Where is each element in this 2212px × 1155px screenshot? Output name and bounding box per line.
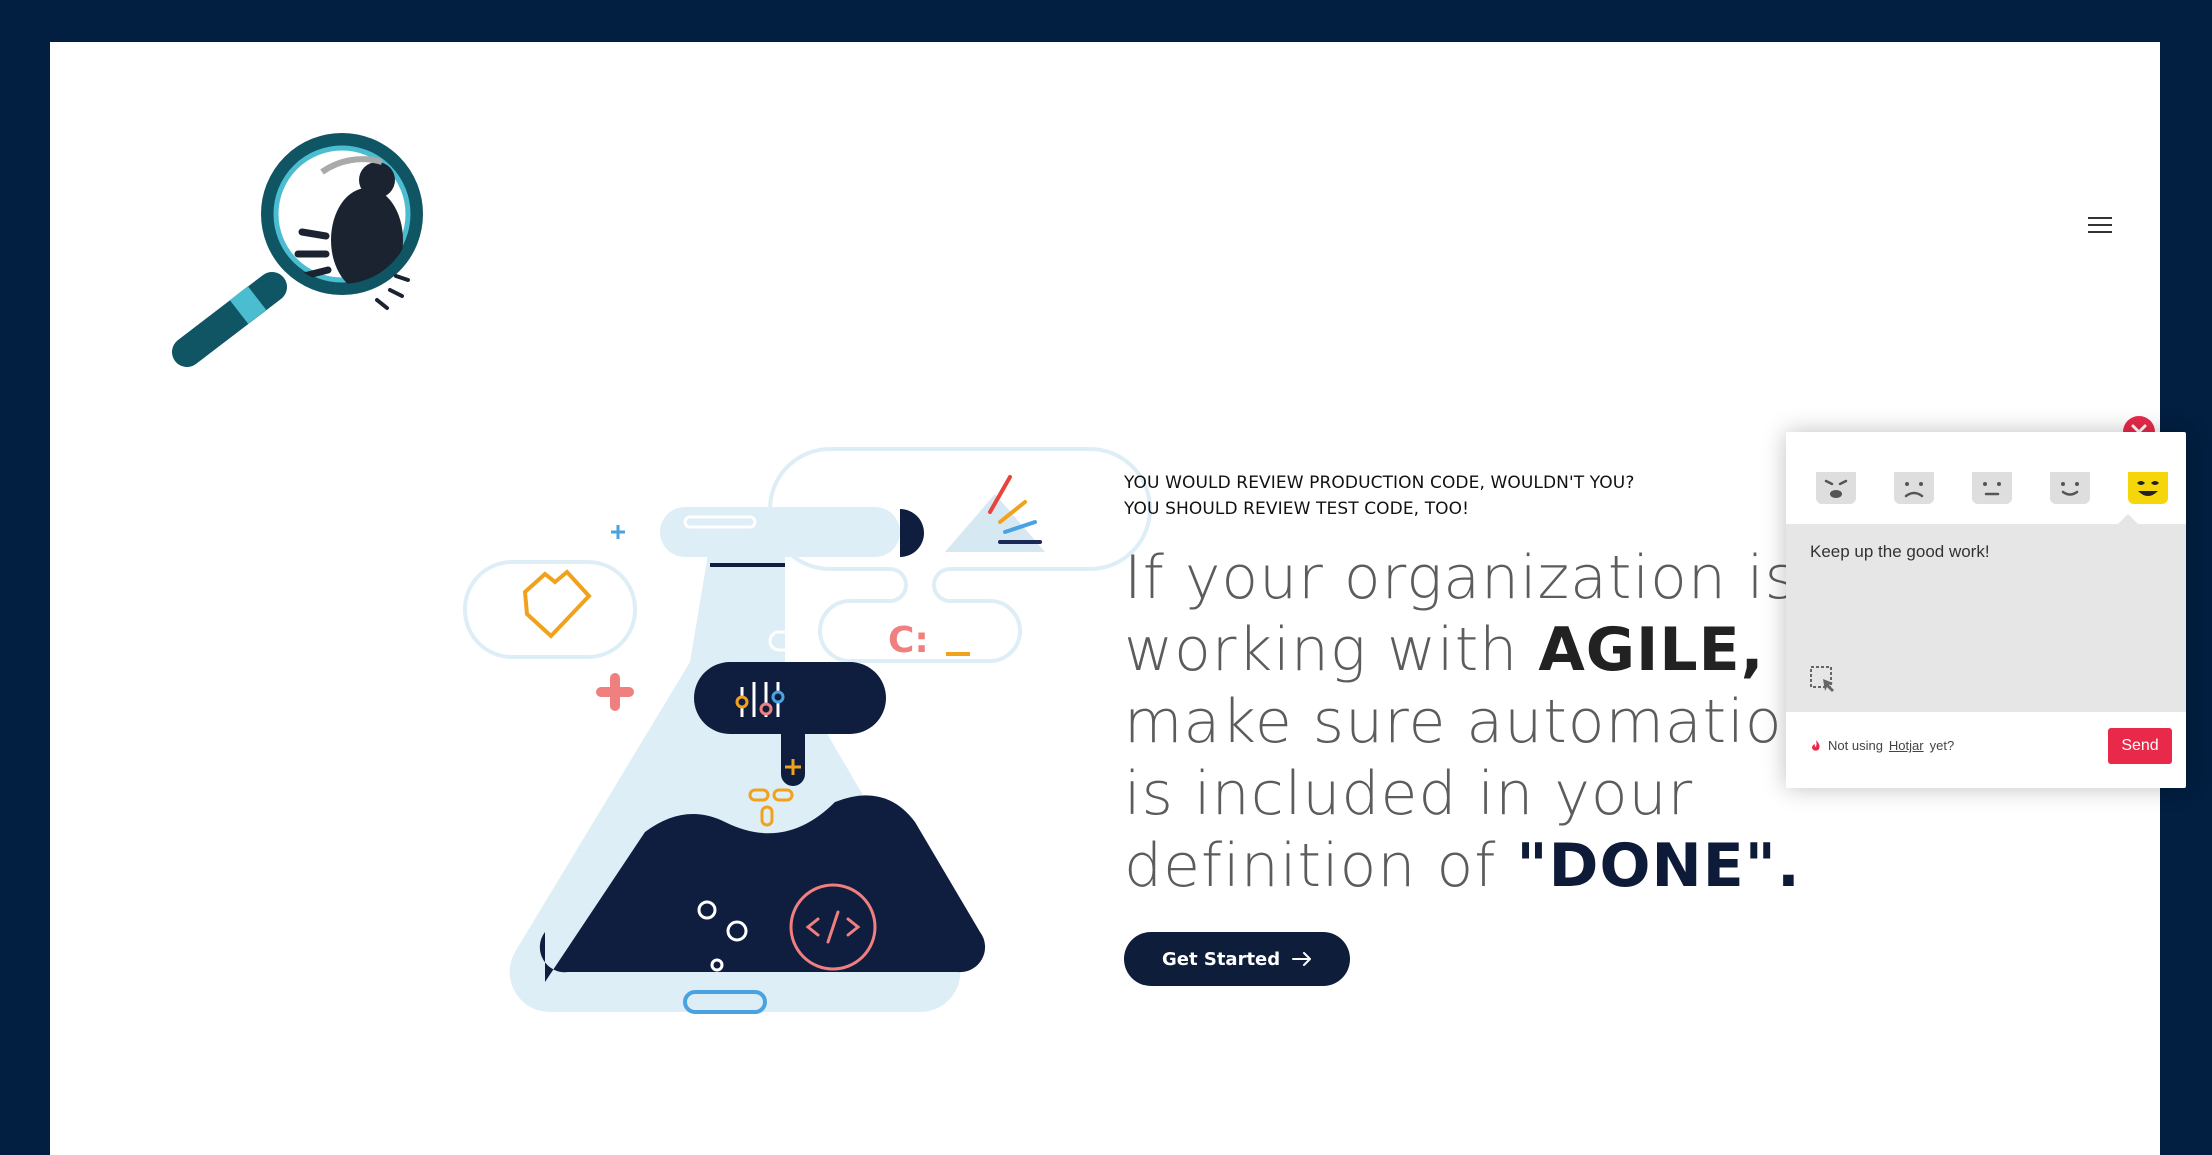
- get-started-label: Get Started: [1162, 948, 1281, 970]
- get-started-button[interactable]: Get Started: [1124, 932, 1351, 986]
- send-button[interactable]: Send: [2108, 728, 2172, 764]
- feedback-input[interactable]: [1810, 542, 2160, 642]
- headline-line-1: If your organization is: [1124, 543, 1797, 613]
- hero-headline: If your organization is working with AGI…: [1124, 542, 1824, 902]
- headline-line-2-text: working with: [1124, 615, 1539, 685]
- arrow-right-icon: [1292, 952, 1312, 966]
- magnifier-bug-logo[interactable]: [122, 112, 442, 412]
- hotjar-link[interactable]: Hotjar: [1889, 738, 1924, 753]
- love-icon[interactable]: [2126, 470, 2170, 506]
- menu-icon-bar: [2088, 231, 2112, 233]
- selected-face-pointer: [2118, 514, 2138, 524]
- headline-line-2: working with AGILE,: [1124, 614, 1824, 686]
- headline-line-5: definition of "DONE".: [1124, 830, 1824, 902]
- like-icon[interactable]: [2048, 470, 2092, 506]
- flask-illustration: C:: [463, 447, 1152, 1014]
- eyebrow-line-2: YOU SHOULD REVIEW TEST CODE, TOO!: [1124, 499, 1470, 519]
- rating-faces: [1786, 432, 2186, 524]
- headline-line-5-text: definition of: [1124, 831, 1517, 901]
- promo-suffix: yet?: [1929, 738, 1955, 753]
- headline-agile: AGILE,: [1538, 615, 1765, 685]
- hamburger-menu-button[interactable]: [2080, 212, 2120, 248]
- menu-icon-bar: [2088, 217, 2112, 219]
- hotjar-promo-note: Not using Hotjar yet?: [1810, 738, 1954, 753]
- dislike-icon[interactable]: [1892, 470, 1936, 506]
- screenshot-select-icon[interactable]: [1808, 664, 1840, 696]
- feedback-text-area: [1786, 514, 2186, 712]
- headline-line-3: make sure automation: [1124, 687, 1822, 757]
- hate-icon[interactable]: [1814, 470, 1858, 506]
- flame-icon: [1812, 739, 1820, 751]
- menu-icon-bar: [2088, 224, 2112, 226]
- console-prompt-text: C:: [888, 620, 929, 661]
- neutral-icon[interactable]: [1970, 470, 2014, 506]
- promo-prefix: Not using: [1828, 738, 1883, 753]
- headline-done: "DONE".: [1516, 831, 1801, 901]
- hero-eyebrow: YOU WOULD REVIEW PRODUCTION CODE, WOULDN…: [1124, 470, 1824, 522]
- feedback-footer: Not using Hotjar yet? Send: [1786, 712, 2186, 788]
- feedback-widget: Not using Hotjar yet? Send: [1786, 432, 2186, 788]
- headline-line-4: is included in your: [1124, 759, 1694, 829]
- eyebrow-line-1: YOU WOULD REVIEW PRODUCTION CODE, WOULDN…: [1124, 473, 1635, 493]
- hero-text-block: YOU WOULD REVIEW PRODUCTION CODE, WOULDN…: [1124, 470, 1824, 986]
